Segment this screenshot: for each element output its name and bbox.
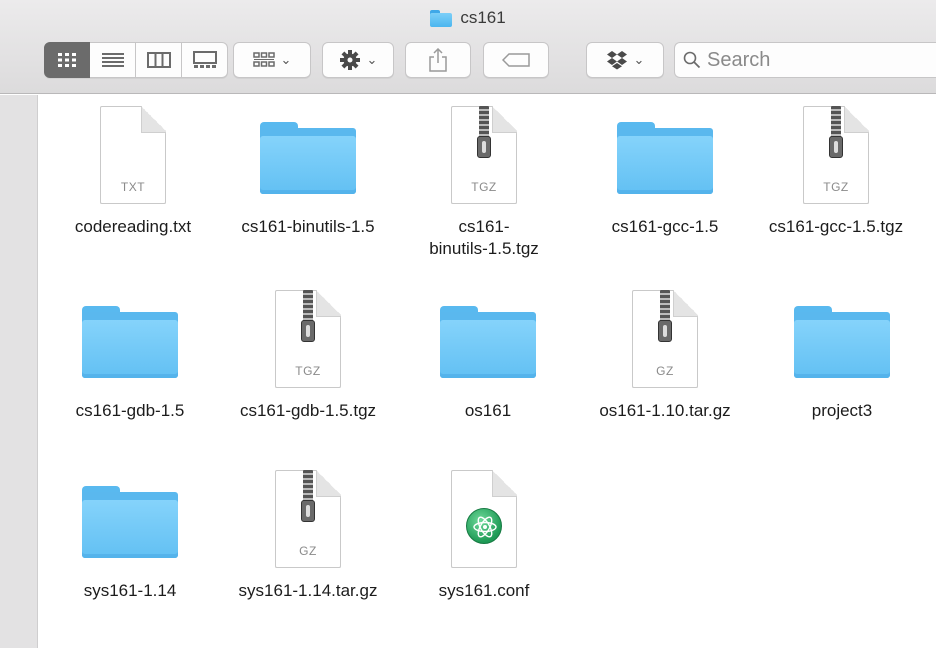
gear-icon bbox=[339, 50, 360, 70]
group-by-icon bbox=[252, 52, 275, 67]
chevron-down-icon: ⌄ bbox=[280, 52, 292, 67]
gallery-view-button[interactable] bbox=[182, 42, 228, 78]
file-name: cs161-gdb-1.5.tgz bbox=[239, 401, 377, 420]
atom-symbol-icon bbox=[473, 516, 497, 538]
file-name: codereading.txt bbox=[74, 217, 192, 236]
folder-icon-wrap bbox=[30, 464, 230, 574]
page-fold bbox=[844, 106, 869, 133]
folder-front bbox=[82, 500, 178, 558]
page-fold bbox=[316, 290, 341, 317]
folder-name: sys161-1.14 bbox=[83, 581, 177, 600]
folder-front bbox=[82, 320, 178, 378]
file-extension: TGZ bbox=[295, 364, 321, 378]
tags-button[interactable] bbox=[483, 42, 549, 78]
column-view-button[interactable] bbox=[136, 42, 182, 78]
folder-name: cs161-binutils-1.5 bbox=[241, 217, 375, 236]
zipper-pull bbox=[301, 500, 315, 522]
config-icon-wrap bbox=[384, 464, 584, 574]
columns-icon bbox=[146, 52, 171, 68]
group-by-button[interactable]: ⌄ bbox=[233, 42, 311, 78]
archive-icon-wrap: TGZ bbox=[384, 100, 584, 210]
folder-icon bbox=[440, 306, 536, 378]
folder-name: cs161-gcc-1.5 bbox=[611, 217, 719, 236]
dropbox-button[interactable]: ⌄ bbox=[586, 42, 664, 78]
folder-icon-wrap bbox=[565, 100, 765, 210]
tag-icon bbox=[502, 53, 530, 67]
folder-icon bbox=[617, 122, 713, 194]
chevron-down-icon: ⌄ bbox=[633, 52, 645, 67]
finder-toolbar: cs161 ⌄ ⌄ ⌄ Search bbox=[0, 0, 936, 94]
zipper-pull bbox=[301, 320, 315, 342]
zipper-pull bbox=[658, 320, 672, 342]
page-fold bbox=[673, 290, 698, 317]
search-icon bbox=[683, 51, 701, 69]
folder-icon bbox=[430, 9, 453, 27]
page-fold bbox=[492, 106, 517, 133]
atom-logo-icon bbox=[466, 508, 502, 544]
zipper-pull bbox=[829, 136, 843, 158]
folder-name: cs161-gdb-1.5 bbox=[75, 401, 185, 420]
file-name: sys161.conf bbox=[438, 581, 530, 600]
folder-icon bbox=[260, 122, 356, 194]
share-button[interactable] bbox=[405, 42, 471, 78]
file-name: os161-1.10.tar.gz bbox=[599, 401, 731, 420]
file-extension: GZ bbox=[656, 364, 674, 378]
share-icon bbox=[429, 48, 447, 72]
list-view-button[interactable] bbox=[90, 42, 136, 78]
file-name: cs161- binutils-1.5.tgz bbox=[429, 217, 539, 258]
view-mode-control bbox=[44, 42, 228, 78]
folder-front bbox=[794, 320, 890, 378]
folder-icon bbox=[794, 306, 890, 378]
gallery-icon bbox=[192, 51, 217, 68]
file-extension: TXT bbox=[120, 180, 146, 194]
folder-name: project3 bbox=[811, 401, 873, 420]
folder-icon bbox=[82, 486, 178, 558]
search-field[interactable] bbox=[674, 42, 936, 78]
file-icon-codereading: TXT bbox=[33, 100, 233, 210]
dropbox-icon bbox=[606, 51, 627, 70]
zipper-pull bbox=[477, 136, 491, 158]
page-fold bbox=[492, 470, 517, 497]
file-name: sys161-1.14.tar.gz bbox=[238, 581, 378, 600]
page-fold bbox=[141, 106, 166, 133]
folder-icon-wrap bbox=[208, 100, 408, 210]
folder-icon-wrap bbox=[388, 284, 588, 394]
file-extension: TGZ bbox=[823, 180, 849, 194]
folder-icon bbox=[82, 306, 178, 378]
file-extension: TGZ bbox=[471, 180, 497, 194]
chevron-down-icon: ⌄ bbox=[366, 52, 378, 67]
folder-icon-wrap bbox=[742, 284, 936, 394]
action-button[interactable]: ⌄ bbox=[322, 42, 394, 78]
page-fold bbox=[316, 470, 341, 497]
archive-icon-wrap: GZ bbox=[208, 464, 408, 574]
list-icon bbox=[101, 53, 124, 67]
folder-icon-wrap bbox=[30, 284, 230, 394]
window-title-text: cs161 bbox=[460, 8, 506, 27]
archive-icon-wrap: TGZ bbox=[736, 100, 936, 210]
archive-icon-wrap: GZ bbox=[565, 284, 765, 394]
icon-view-button[interactable] bbox=[44, 42, 90, 78]
search-input[interactable] bbox=[707, 48, 907, 72]
folder-front bbox=[440, 320, 536, 378]
file-extension: GZ bbox=[299, 544, 317, 558]
grid-icon bbox=[58, 53, 76, 67]
folder-name: os161 bbox=[464, 401, 512, 420]
file-name: cs161-gcc-1.5.tgz bbox=[768, 217, 904, 236]
folder-front bbox=[260, 136, 356, 194]
folder-front bbox=[617, 136, 713, 194]
window-title: cs161 bbox=[0, 8, 936, 28]
archive-icon-wrap: TGZ bbox=[208, 284, 408, 394]
